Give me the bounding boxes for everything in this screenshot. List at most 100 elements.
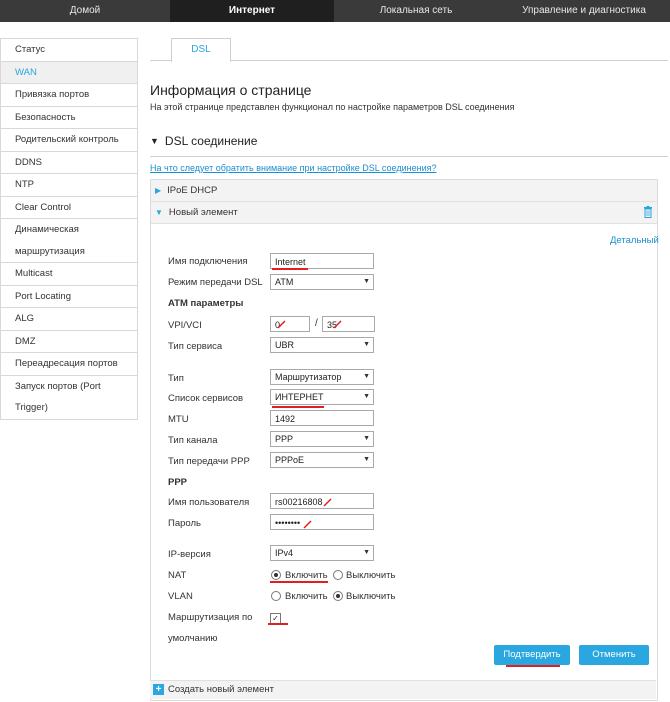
ppp-trans-label: Тип передачи PPP: [168, 456, 250, 467]
chan-select[interactable]: PPP ▼: [270, 431, 374, 447]
nav-lan[interactable]: Локальная сеть: [334, 0, 498, 22]
plus-icon: +: [153, 684, 164, 695]
sidebar-item-label: Запуск портов (Port: [15, 380, 101, 392]
annotation-mark: [272, 406, 324, 408]
atm-header: ATM параметры: [168, 298, 244, 309]
triangle-down-icon: ▼: [150, 136, 159, 146]
sidebar-item-label: Port Locating: [15, 290, 71, 302]
caret-down-icon: ▼: [363, 278, 370, 285]
sidebar-item-ntp[interactable]: NTP: [0, 174, 138, 197]
sidebar-item-label: DDNS: [15, 156, 42, 168]
sidebar-item-alg[interactable]: ALG: [0, 308, 138, 331]
help-link[interactable]: На что следует обратить внимание при нас…: [150, 163, 436, 173]
vlan-on-radio[interactable]: [271, 591, 281, 601]
vlan-label: VLAN: [168, 591, 193, 602]
type-select[interactable]: Маршрутизатор ▼: [270, 369, 374, 385]
annotation-tick: [333, 320, 342, 329]
caret-down-icon: ▼: [363, 393, 370, 400]
select-value: PPP: [275, 434, 294, 444]
top-nav: Домой Интернет Локальная сеть Управление…: [0, 0, 670, 22]
route-label-cont: умолчанию: [168, 633, 218, 644]
ppp-trans-select[interactable]: PPPoE ▼: [270, 452, 374, 468]
sidebar-item-wan[interactable]: WAN: [0, 61, 138, 84]
nav-internet[interactable]: Интернет: [170, 0, 334, 22]
sidebar-item-parental-control[interactable]: Родительский контроль: [0, 129, 138, 152]
sidebar-item-clear-control[interactable]: Clear Control: [0, 196, 138, 219]
annotation-tick: [277, 320, 286, 329]
sidebar-item-port-binding[interactable]: Привязка портов: [0, 84, 138, 107]
sidebar-item-port-trigger[interactable]: Запуск портов (Port Trigger): [0, 375, 138, 420]
mode-label: Режим передачи DSL: [168, 277, 263, 288]
conn-name-input[interactable]: Internet: [270, 253, 374, 269]
annotation-mark: [268, 623, 288, 625]
svc-list-select[interactable]: ИНТЕРНЕТ ▼: [270, 389, 374, 405]
sidebar-item-dmz[interactable]: DMZ: [0, 330, 138, 353]
section-divider: [150, 156, 668, 157]
sidebar-item-status[interactable]: Статус: [0, 38, 138, 62]
cancel-button[interactable]: Отменить: [579, 645, 649, 665]
mode-select[interactable]: ATM ▼: [270, 274, 374, 290]
triangle-right-icon: ▶: [155, 186, 162, 195]
sidebar-item-label: Статус: [15, 44, 46, 55]
chan-label: Тип канала: [168, 435, 218, 446]
mtu-input[interactable]: 1492: [270, 410, 374, 426]
row-ipoe-dhcp[interactable]: ▶ IPoE DHCP: [151, 180, 657, 202]
sidebar-item-multicast[interactable]: Multicast: [0, 263, 138, 286]
nat-off-radio[interactable]: [333, 570, 343, 580]
sidebar: Статус WAN Привязка портов Безопасность …: [0, 38, 138, 420]
sidebar-item-label: Trigger): [15, 402, 48, 413]
route-label: Маршрутизация по: [168, 612, 253, 623]
section-dsl-connection[interactable]: ▼ DSL соединение: [150, 134, 257, 148]
sidebar-item-label: NTP: [15, 179, 34, 190]
confirm-button[interactable]: Подтвердить: [494, 645, 570, 665]
row-label: Новый элемент: [168, 207, 238, 218]
select-value: ATM: [275, 277, 294, 287]
svc-list-label: Список сервисов: [168, 393, 244, 404]
conn-name-label: Имя подключения: [168, 256, 248, 267]
sidebar-item-label: Динамическая: [15, 224, 79, 235]
sidebar-item-security[interactable]: Безопасность: [0, 106, 138, 129]
select-value: ИНТЕРНЕТ: [275, 392, 324, 402]
sidebar-item-label: ALG: [15, 313, 35, 324]
vci-input[interactable]: 35: [322, 316, 375, 332]
nat-on-label: Включить: [285, 570, 328, 581]
sidebar-item-dynamic-routing[interactable]: Динамическая маршрутизация: [0, 219, 138, 263]
vlan-off-radio[interactable]: [333, 591, 343, 601]
sidebar-item-label: маршрутизация: [15, 245, 85, 257]
select-value: PPPoE: [275, 455, 305, 465]
nav-management[interactable]: Управление и диагностика: [498, 0, 670, 22]
vlan-on-label: Включить: [285, 591, 328, 602]
annotation-mark: [506, 665, 560, 667]
caret-down-icon: ▼: [363, 373, 370, 380]
vpivci-label: VPI/VCI: [168, 320, 202, 331]
sidebar-item-label: DMZ: [15, 335, 36, 347]
sidebar-item-label: Привязка портов: [15, 89, 90, 100]
nat-on-radio[interactable]: [271, 570, 281, 580]
ip-version-select[interactable]: IPv4 ▼: [270, 545, 374, 561]
sidebar-item-port-forwarding[interactable]: Переадресация портов: [0, 353, 138, 376]
detail-link[interactable]: Детальный: [610, 235, 659, 246]
row-new-item[interactable]: ▼ Новый элемент: [151, 202, 657, 224]
ppp-header: PPP: [168, 477, 188, 488]
type-label: Тип: [168, 373, 184, 384]
vlan-off-label: Выключить: [346, 591, 396, 602]
password-input[interactable]: ••••••••: [270, 514, 374, 530]
triangle-down-icon: ▼: [155, 208, 163, 217]
svc-type-select[interactable]: UBR ▼: [270, 337, 374, 353]
select-value: IPv4: [275, 548, 294, 558]
annotation-tick: [323, 498, 332, 507]
sidebar-item-ddns[interactable]: DDNS: [0, 151, 138, 174]
create-new-item-row[interactable]: + Создать новый элемент: [150, 680, 656, 699]
annotation-mark: [270, 581, 328, 583]
annotation-tick: [303, 520, 312, 529]
tab-dsl[interactable]: DSL: [171, 38, 231, 63]
caret-down-icon: ▼: [363, 549, 370, 556]
nav-home[interactable]: Домой: [0, 0, 170, 22]
caret-down-icon: ▼: [363, 435, 370, 442]
mtu-label: MTU: [168, 414, 189, 425]
trash-icon[interactable]: [643, 206, 653, 218]
caret-down-icon: ▼: [363, 341, 370, 348]
sidebar-item-port-locating[interactable]: Port Locating: [0, 285, 138, 308]
slash-separator: /: [315, 318, 318, 329]
select-value: UBR: [275, 340, 295, 350]
